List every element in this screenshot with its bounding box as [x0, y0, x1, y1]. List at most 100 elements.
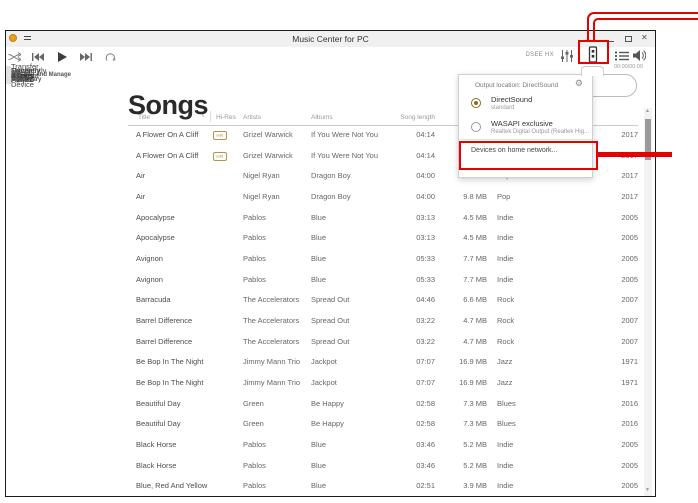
hires-badge: HR: [213, 151, 227, 161]
cell-art: The Accelerators: [243, 336, 300, 346]
cell-year: 2007: [621, 316, 638, 326]
table-row[interactable]: Avignon Pablos Blue 05:33 7.7 MB Indie 2005: [0, 270, 680, 291]
cell-gen: Rock: [497, 295, 515, 305]
cell-len: 02:58: [416, 419, 435, 429]
cell-gen: Jazz: [497, 378, 513, 388]
table-row[interactable]: Avignon Pablos Blue 05:33 7.7 MB Indie 2005: [0, 249, 680, 270]
output-option-label[interactable]: DirectSound: [491, 95, 532, 104]
table-row[interactable]: Blue, Red And Yellow Pablos Blue 02:51 3.9 M…: [0, 476, 680, 497]
cell-size: 7.3 MB: [463, 398, 487, 408]
cell-len: 05:33: [416, 274, 435, 284]
scrollbar-thumb[interactable]: [645, 119, 651, 160]
table-row[interactable]: Barrel Difference The Accelerators Spread …: [0, 311, 680, 332]
cell-year: 2007: [621, 295, 638, 305]
cell-gen: Indie: [497, 254, 514, 264]
cell-alb: Jackpot: [311, 378, 337, 388]
scrollbar-track[interactable]: [644, 108, 652, 496]
cell-len: 07:07: [416, 378, 435, 388]
cell-alb: If You Were Not You: [311, 130, 378, 139]
cell-title: Air: [136, 171, 146, 181]
table-row[interactable]: Black Horse Pablos Blue 03:46 5.2 MB Indie 200…: [0, 456, 680, 477]
cell-title: Barrel Difference: [136, 316, 193, 326]
cell-gen: Blues: [497, 419, 516, 429]
table-row[interactable]: Apocalypse Pablos Blue 03:13 4.5 MB Indie 2005: [0, 228, 680, 249]
cell-alb: Blue: [311, 481, 327, 491]
cell-title: A Flower On A Cliff: [136, 130, 199, 139]
cell-title: Apocalypse: [136, 233, 175, 243]
cell-art: Green: [243, 419, 264, 429]
table-row[interactable]: Barracuda The Accelerators Spread Out 04:46…: [0, 290, 680, 311]
cell-alb: Spread Out: [311, 316, 350, 326]
cell-alb: If You Were Not You: [311, 150, 378, 160]
cell-len: 04:46: [416, 295, 435, 305]
cell-size: 6.6 MB: [463, 295, 487, 305]
cell-len: 02:58: [416, 398, 435, 408]
cell-alb: Blue: [311, 254, 327, 264]
cell-gen: Pop: [497, 192, 511, 201]
cell-art: Nigel Ryan: [243, 192, 280, 201]
table-row[interactable]: Beautiful Day Green Be Happy 02:58 7.3 MB Blu…: [0, 414, 680, 435]
cell-art: The Accelerators: [243, 295, 300, 305]
cell-year: 2017: [621, 192, 638, 201]
cell-title: Black Horse: [136, 460, 177, 470]
popup-header: Output location: DirectSound: [475, 82, 559, 89]
cell-gen: Indie: [497, 460, 514, 470]
cell-year: 2005: [621, 460, 638, 470]
cell-alb: Be Happy: [311, 419, 344, 429]
radio-selected-icon[interactable]: [471, 98, 481, 108]
cell-title: Beautiful Day: [136, 419, 181, 429]
cell-len: 03:22: [416, 316, 435, 326]
cell-title: Avignon: [136, 274, 163, 284]
cell-title: Barracuda: [136, 295, 171, 305]
cell-alb: Jackpot: [311, 357, 337, 367]
devices-on-home-network-item[interactable]: Devices on home network...: [471, 147, 557, 154]
cell-size: 16.9 MB: [459, 357, 487, 367]
cell-year: 2017: [621, 171, 638, 181]
cell-alb: Dragon Boy: [311, 171, 351, 181]
cell-title: Avignon: [136, 254, 163, 264]
cell-len: 05:33: [416, 254, 435, 264]
cell-size: 7.7 MB: [463, 274, 487, 284]
cell-alb: Dragon Boy: [311, 192, 351, 201]
cell-size: 7.3 MB: [463, 419, 487, 429]
gear-icon[interactable]: ⚙: [575, 78, 583, 89]
table-row[interactable]: Barrel Difference The Accelerators Spread …: [0, 332, 680, 353]
cell-size: 3.9 MB: [463, 481, 487, 491]
cell-year: 2007: [621, 336, 638, 346]
cell-art: Pablos: [243, 212, 266, 222]
cell-title: Air: [136, 192, 146, 201]
cell-year: 2017: [621, 130, 638, 139]
cell-title: Be Bop In The Night: [136, 378, 204, 388]
cell-year: 2016: [621, 398, 638, 408]
cell-len: 02:51: [416, 481, 435, 491]
cell-title: Blue, Red And Yellow: [136, 481, 208, 491]
cell-size: 7.7 MB: [463, 254, 487, 264]
cell-len: 03:46: [416, 460, 435, 470]
output-option-label[interactable]: WASAPI exclusive: [491, 119, 553, 128]
cell-size: 4.5 MB: [463, 233, 487, 243]
cell-year: 2017: [621, 150, 638, 160]
table-row[interactable]: Air Nigel Ryan Dragon Boy 04:00 9.8 MB Pop 201…: [0, 187, 680, 208]
cell-gen: Indie: [497, 481, 514, 491]
table-row[interactable]: Black Horse Pablos Blue 03:46 5.2 MB Indie 200…: [0, 435, 680, 456]
cell-year: 2005: [621, 274, 638, 284]
cell-len: 03:46: [416, 440, 435, 450]
cell-len: 04:00: [416, 171, 435, 181]
table-row[interactable]: Be Bop In The Night Jimmy Mann Trio Jackpo…: [0, 373, 680, 394]
cell-gen: Indie: [497, 440, 514, 450]
scrollbar-down-icon[interactable]: ▼: [645, 487, 650, 493]
cell-art: Pablos: [243, 254, 266, 264]
table-row[interactable]: Beautiful Day Green Be Happy 02:58 7.3 MB Blu…: [0, 394, 680, 415]
cell-title: Apocalypse: [136, 212, 175, 222]
radio-unselected-icon[interactable]: [471, 122, 481, 132]
table-row[interactable]: Be Bop In The Night Jimmy Mann Trio Jackpo…: [0, 352, 680, 373]
cell-size: 5.2 MB: [463, 440, 487, 450]
cell-gen: Rock: [497, 316, 515, 326]
hires-badge: HR: [213, 131, 227, 140]
table-row[interactable]: Apocalypse Pablos Blue 03:13 4.5 MB Indie 2005: [0, 208, 680, 229]
cell-gen: Blues: [497, 398, 516, 408]
scrollbar-up-icon[interactable]: ▲: [645, 108, 650, 114]
cell-len: 03:13: [416, 233, 435, 243]
cell-title: Barrel Difference: [136, 336, 193, 346]
cell-year: 2005: [621, 481, 638, 491]
